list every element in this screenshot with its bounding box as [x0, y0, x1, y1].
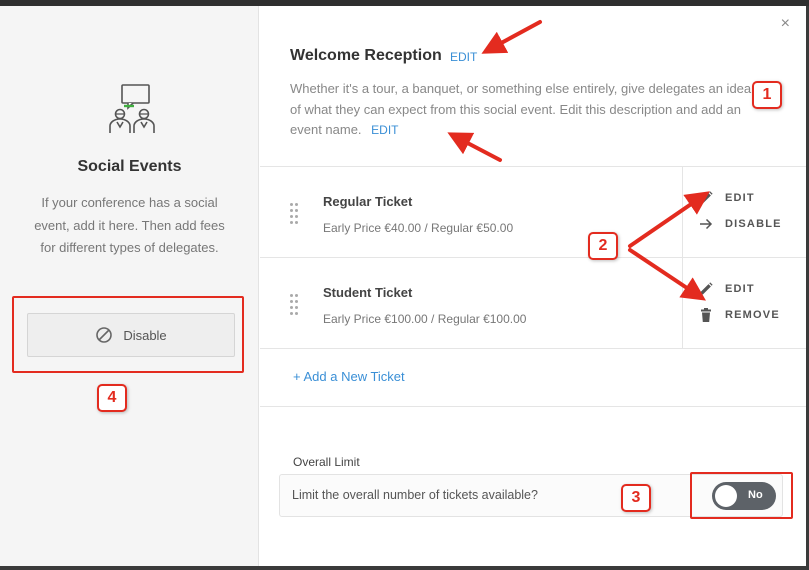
close-icon[interactable]: ×	[781, 15, 790, 33]
overall-limit-label: Overall Limit	[293, 455, 360, 469]
disable-ticket-button[interactable]: DISABLE	[699, 217, 782, 231]
edit-title-link[interactable]: EDIT	[450, 50, 477, 64]
ticket-row: Student Ticket Early Price €100.00 / Reg…	[260, 258, 806, 349]
annotation-badge-2: 2	[588, 232, 618, 260]
drag-handle-icon[interactable]	[290, 203, 300, 225]
trash-icon	[701, 308, 711, 322]
ticket-price: Early Price €40.00 / Regular €50.00	[323, 221, 514, 235]
edit-ticket-label: EDIT	[725, 283, 755, 295]
social-events-modal: Social Events If your conference has a s…	[0, 6, 806, 566]
ticket-actions: EDIT REMOVE	[682, 258, 806, 348]
event-title: Welcome Reception	[290, 47, 442, 64]
annotation-box-toggle	[690, 472, 793, 519]
event-description: Whether it's a tour, a banquet, or somet…	[290, 79, 760, 141]
remove-ticket-button[interactable]: REMOVE	[699, 308, 780, 322]
social-event-people-icon	[109, 84, 155, 133]
annotation-badge-4: 4	[97, 384, 127, 412]
annotation-badge-3: 3	[621, 484, 651, 512]
drag-handle-icon[interactable]	[290, 294, 300, 316]
ticket-list: Regular Ticket Early Price €40.00 / Regu…	[260, 166, 806, 349]
annotation-box-disable	[12, 296, 244, 373]
ticket-name: Regular Ticket	[323, 194, 413, 209]
event-description-text: Whether it's a tour, a banquet, or somet…	[290, 81, 752, 137]
annotation-badge-1: 1	[752, 81, 782, 109]
left-panel: Social Events If your conference has a s…	[0, 6, 259, 566]
ticket-actions: EDIT DISABLE	[682, 167, 806, 257]
add-ticket-link[interactable]: + Add a New Ticket	[293, 369, 405, 384]
edit-ticket-label: EDIT	[725, 192, 755, 204]
arrow-right-icon	[700, 218, 713, 230]
ticket-name: Student Ticket	[323, 285, 413, 300]
remove-ticket-label: REMOVE	[725, 309, 780, 321]
ticket-price: Early Price €100.00 / Regular €100.00	[323, 312, 527, 326]
ticket-row: Regular Ticket Early Price €40.00 / Regu…	[260, 167, 806, 258]
divider	[260, 406, 806, 407]
pencil-icon	[700, 191, 713, 204]
edit-ticket-button[interactable]: EDIT	[699, 282, 755, 296]
edit-description-link[interactable]: EDIT	[371, 123, 398, 137]
pencil-icon	[700, 282, 713, 295]
left-panel-title: Social Events	[77, 158, 182, 175]
left-panel-description: If your conference has a social event, a…	[34, 195, 225, 255]
overall-limit-question: Limit the overall number of tickets avai…	[292, 488, 538, 502]
edit-ticket-button[interactable]: EDIT	[699, 191, 755, 205]
disable-ticket-label: DISABLE	[725, 218, 782, 230]
